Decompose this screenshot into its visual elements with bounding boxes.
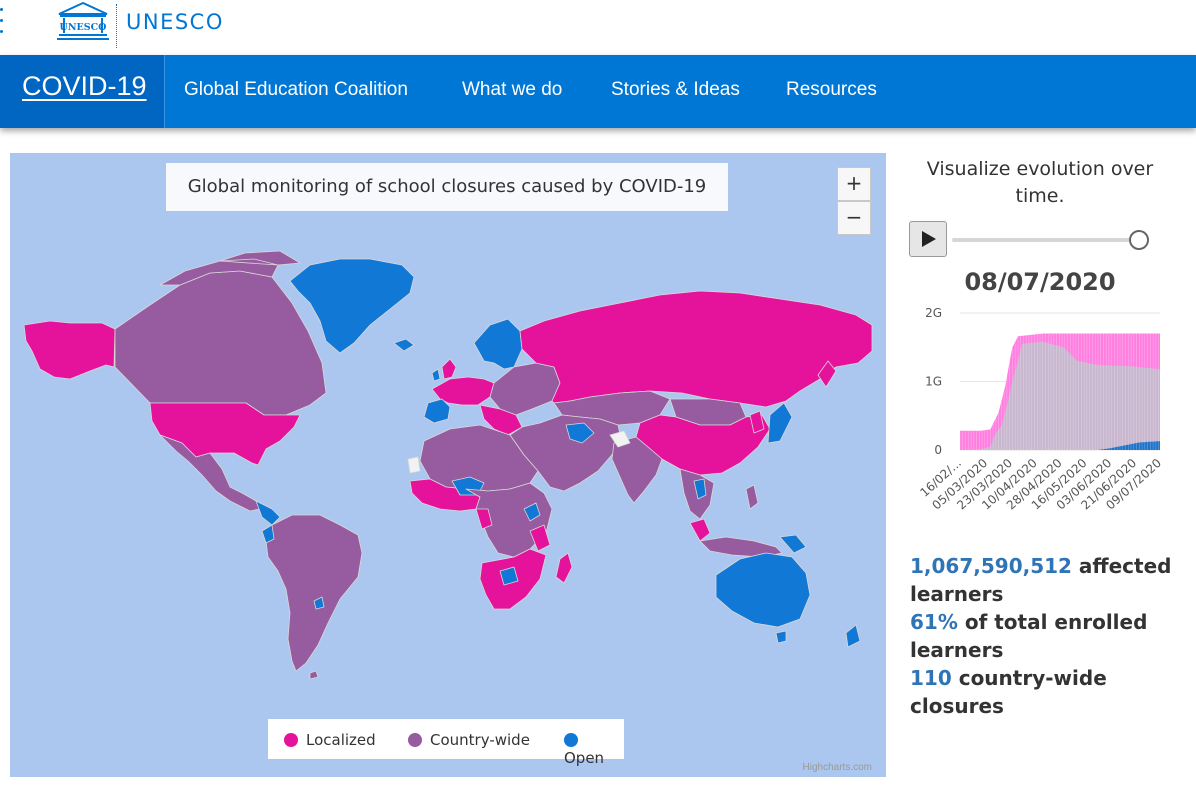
- legend-label-localized: Localized: [306, 731, 376, 749]
- play-button[interactable]: [909, 221, 947, 257]
- region-ecuador: [261, 524, 275, 544]
- world-map-panel[interactable]: Global monitoring of school closures cau…: [10, 153, 886, 777]
- region-eastern-europe: [489, 362, 561, 416]
- region-tasmania: [775, 630, 787, 644]
- region-falklands: [309, 670, 319, 680]
- stat-enrolled-percent: 61% of total enrolled learners: [910, 608, 1194, 664]
- nav-item-stories-ideas[interactable]: Stories & Ideas: [611, 79, 740, 101]
- region-japan: [767, 402, 793, 444]
- region-scandinavia: [473, 318, 523, 370]
- map-legend: Localized Country-wide Open: [268, 719, 624, 767]
- highcharts-credits-link[interactable]: Highcharts.com: [803, 762, 872, 773]
- y-tick-label: 0: [934, 443, 942, 457]
- stat-percent-number: 61%: [910, 610, 958, 634]
- nav-home-covid19[interactable]: COVID-19: [0, 55, 165, 128]
- region-australia: [715, 552, 811, 628]
- legend-item-open[interactable]: Open: [564, 731, 624, 767]
- legend-dot-open: [564, 733, 578, 747]
- region-south-america: [265, 514, 363, 672]
- region-canada: [114, 270, 327, 416]
- stat-affected-learners: 1,067,590,512 affected learners: [910, 552, 1194, 608]
- region-new-zealand: [845, 624, 861, 648]
- main-navigation: COVID-19 Global Education Coalition What…: [0, 55, 1196, 128]
- learners-evolution-chart[interactable]: 01G2G 16/02/...05/03/202023/03/202010/04…: [910, 300, 1172, 540]
- region-central-america: [255, 500, 281, 526]
- region-alaska: [23, 320, 116, 380]
- nav-item-global-education-coalition[interactable]: Global Education Coalition: [184, 79, 408, 101]
- unesco-temple-logo-icon[interactable]: UNESCO: [56, 2, 110, 42]
- map-title: Global monitoring of school closures cau…: [166, 163, 728, 211]
- legend-dot-localized: [284, 733, 298, 747]
- region-madagascar: [555, 552, 573, 584]
- brand-divider: [116, 4, 117, 48]
- stat-closures: 110 country-wide closures: [910, 664, 1194, 720]
- current-date: 08/07/2020: [964, 268, 1116, 296]
- timeline-slider-handle[interactable]: [1129, 230, 1149, 250]
- play-icon: [922, 231, 936, 247]
- region-iberia: [423, 398, 451, 424]
- nav-item-what-we-do[interactable]: What we do: [462, 79, 562, 101]
- zoom-out-button[interactable]: −: [837, 201, 871, 235]
- stat-learners-number: 1,067,590,512: [910, 554, 1072, 578]
- timeline-slider-track[interactable]: [952, 238, 1132, 242]
- legend-label-open: Open: [564, 749, 605, 767]
- y-tick-label: 2G: [925, 306, 942, 320]
- brand-bar: UNESCO UNESCO: [0, 0, 1196, 54]
- logo-lettering: UNESCO: [60, 22, 107, 33]
- region-ireland: [431, 368, 441, 382]
- legend-item-country-wide[interactable]: Country-wide: [408, 731, 530, 749]
- legend-dot-country-wide: [408, 733, 422, 747]
- y-tick-label: 1G: [925, 375, 942, 389]
- world-map[interactable]: [10, 153, 886, 777]
- region-iceland: [393, 338, 415, 352]
- stat-closures-number: 110: [910, 666, 952, 690]
- statistics-block: 1,067,590,512 affected learners 61% of t…: [910, 552, 1194, 720]
- region-png: [779, 534, 807, 554]
- brand-name[interactable]: UNESCO: [126, 10, 224, 34]
- legend-item-localized[interactable]: Localized: [284, 731, 376, 749]
- zoom-in-button[interactable]: +: [837, 167, 871, 201]
- region-uk: [441, 358, 457, 380]
- region-philippines: [745, 484, 759, 510]
- timeline-title: Visualize evolution over time.: [926, 158, 1154, 207]
- nav-home-label[interactable]: COVID-19: [22, 71, 147, 102]
- legend-label-country-wide: Country-wide: [430, 731, 530, 749]
- region-malay: [689, 518, 711, 542]
- region-russia: [519, 290, 873, 408]
- hamburger-menu-icon[interactable]: [0, 8, 6, 38]
- region-western-sahara: [407, 456, 421, 474]
- nav-item-resources[interactable]: Resources: [786, 79, 877, 101]
